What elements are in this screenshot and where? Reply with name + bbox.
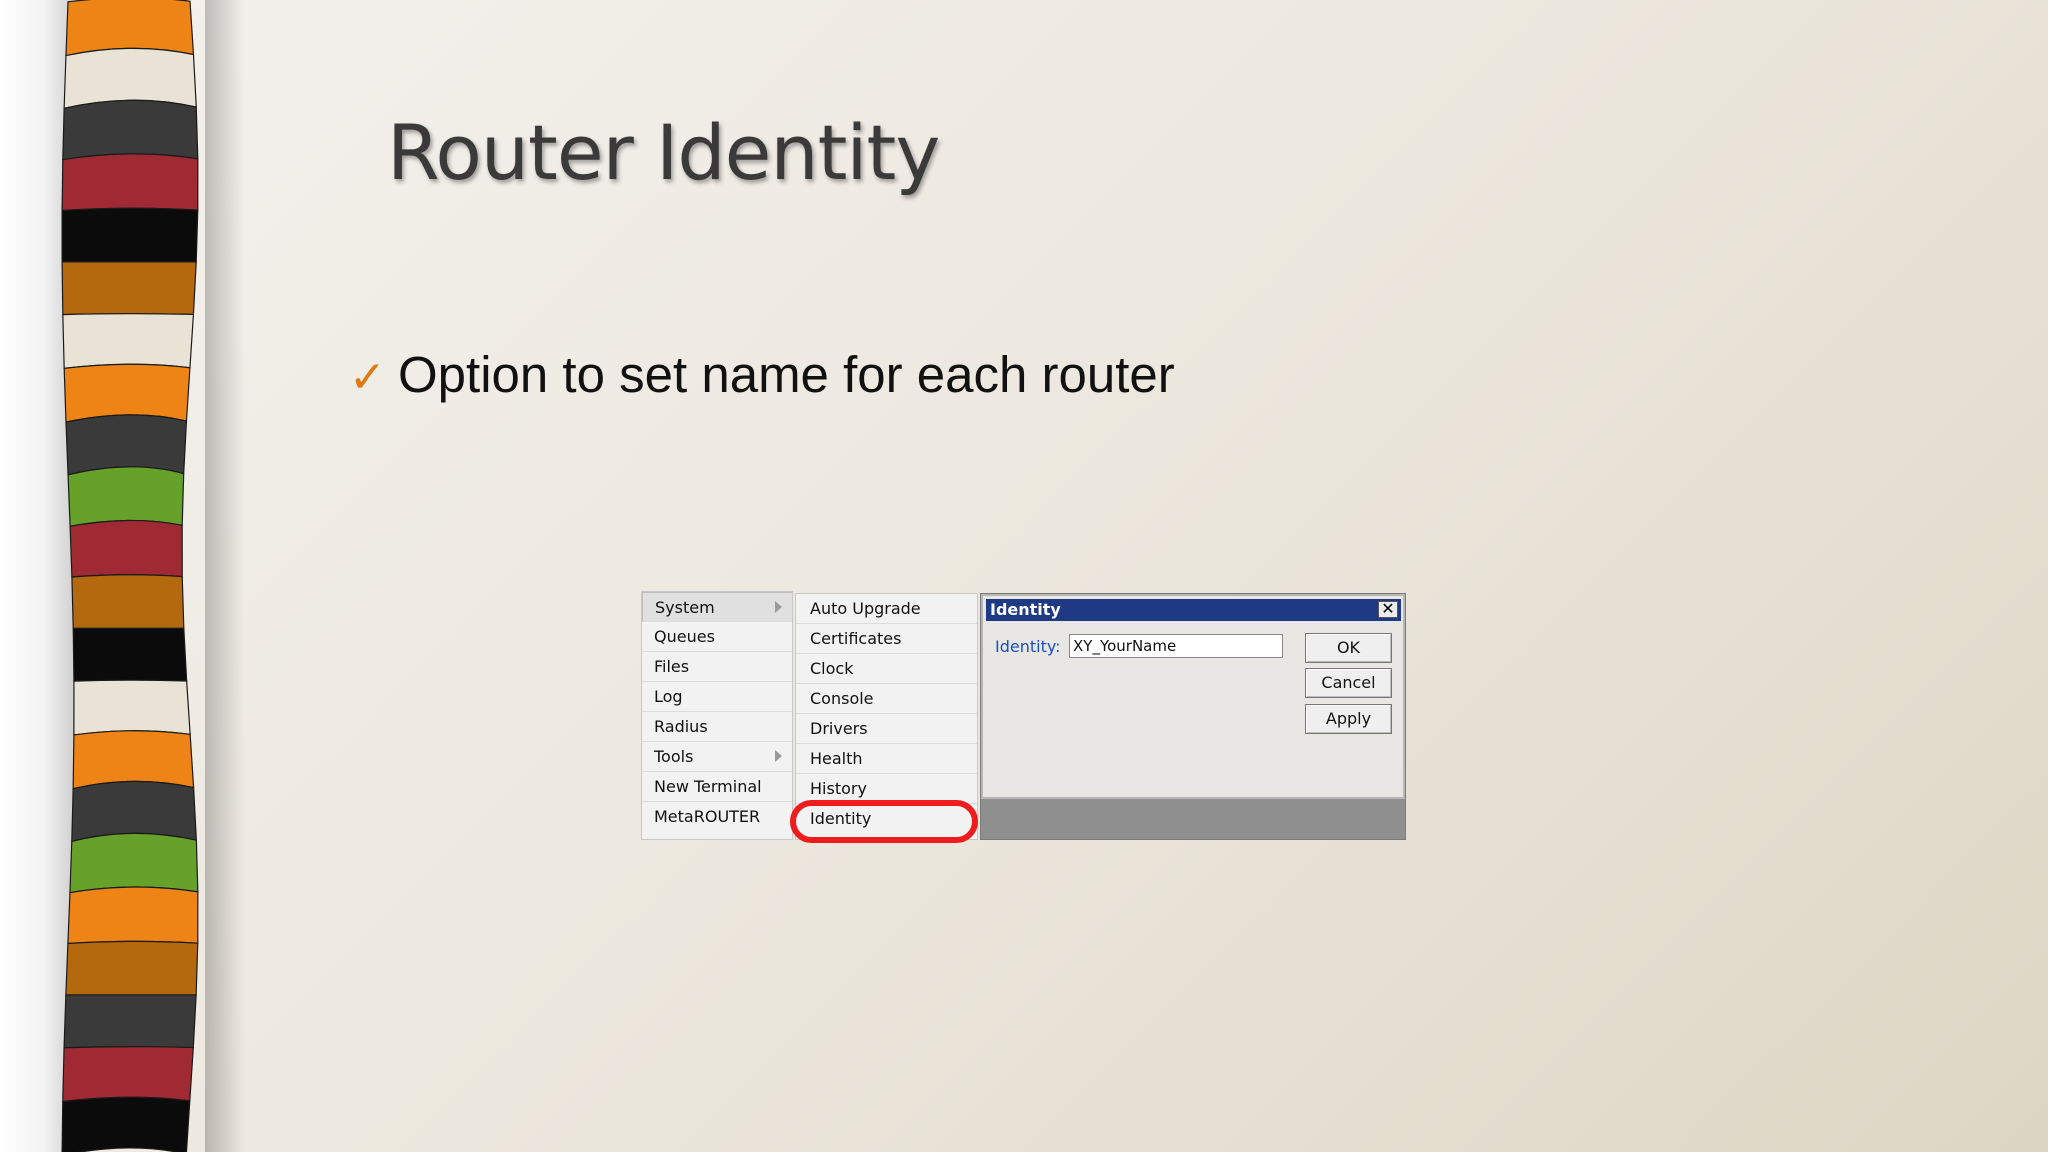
menu-item-label: System [655,598,715,617]
stripe-band [72,730,195,790]
submenu-item-drivers[interactable]: Drivers [796,714,977,744]
stripe-band [71,780,197,843]
dialog-body: Identity ✕ Identity: OK Cancel Apply [981,594,1405,799]
stripe-band [61,153,199,212]
identity-input[interactable] [1069,634,1283,658]
menu-item-label: Log [654,687,683,706]
checkmark-bullet-icon: ✓ [349,352,386,403]
stripe-band [62,313,195,370]
submenu-item-label: Certificates [810,629,902,648]
identity-dialog: Identity ✕ Identity: OK Cancel Apply [980,593,1406,840]
main-menu: System Queues Files Log Radius Tools New… [641,591,793,840]
submenu-item-label: Drivers [810,719,868,738]
identity-highlight-ring [790,800,978,843]
stripe-band [71,574,185,629]
cancel-button[interactable]: Cancel [1305,668,1392,698]
stripe-band [65,940,199,996]
menu-item-queues[interactable]: Queues [642,622,792,652]
submenu-item-health[interactable]: Health [796,744,977,774]
stripe-band [69,519,183,578]
stripe-band [62,99,199,161]
stripe-bar-shadow [205,0,245,1152]
menu-item-label: New Terminal [654,777,762,796]
identity-field-label: Identity: [995,637,1061,656]
stripe-band [63,47,197,110]
submenu-item-label: History [810,779,867,798]
stripe-band [72,627,188,682]
submenu-item-label: Auto Upgrade [810,599,921,618]
menu-item-radius[interactable]: Radius [642,712,792,742]
stripe-band [65,414,188,476]
submenu-arrow-icon [775,601,782,613]
stripe-band [63,363,191,423]
dialog-title: Identity [990,600,1061,619]
apply-button[interactable]: Apply [1305,704,1392,734]
ok-button[interactable]: OK [1305,633,1392,663]
menu-item-new-terminal[interactable]: New Terminal [642,772,792,802]
menu-item-log[interactable]: Log [642,682,792,712]
submenu-arrow-icon [775,750,782,762]
stripe-band [61,261,197,316]
menu-item-label: Files [654,657,690,676]
menu-item-label: Radius [654,717,708,736]
stripe-band [67,886,199,945]
menu-item-metarouter[interactable]: MetaROUTER [642,802,792,832]
stripe-band [69,832,199,894]
stripe-band [65,0,195,57]
decorative-stripe-bar [61,0,199,1152]
menu-item-label: Queues [654,627,715,646]
menu-item-label: Tools [654,747,694,766]
submenu-item-label: Health [810,749,863,768]
stripe-band [61,207,199,263]
stripe-band [62,1046,194,1103]
submenu-item-console[interactable]: Console [796,684,977,714]
submenu-item-clock[interactable]: Clock [796,654,977,684]
bullet-text: Option to set name for each router [398,346,1175,403]
menu-item-tools[interactable]: Tools [642,742,792,772]
submenu-item-label: Clock [810,659,854,678]
slide-title: Router Identity [387,108,940,197]
menu-item-label: MetaROUTER [654,807,761,826]
submenu-item-certificates[interactable]: Certificates [796,624,977,654]
close-icon[interactable]: ✕ [1378,601,1398,618]
submenu-item-label: Console [810,689,874,708]
dialog-titlebar[interactable]: Identity ✕ [986,599,1401,621]
menu-item-files[interactable]: Files [642,652,792,682]
menu-item-system[interactable]: System [642,592,792,622]
stripe-band [61,1096,191,1152]
submenu-item-auto-upgrade[interactable]: Auto Upgrade [796,594,977,624]
stripe-band [63,994,197,1049]
stripe-band [67,466,185,527]
stripe-band [73,679,191,736]
